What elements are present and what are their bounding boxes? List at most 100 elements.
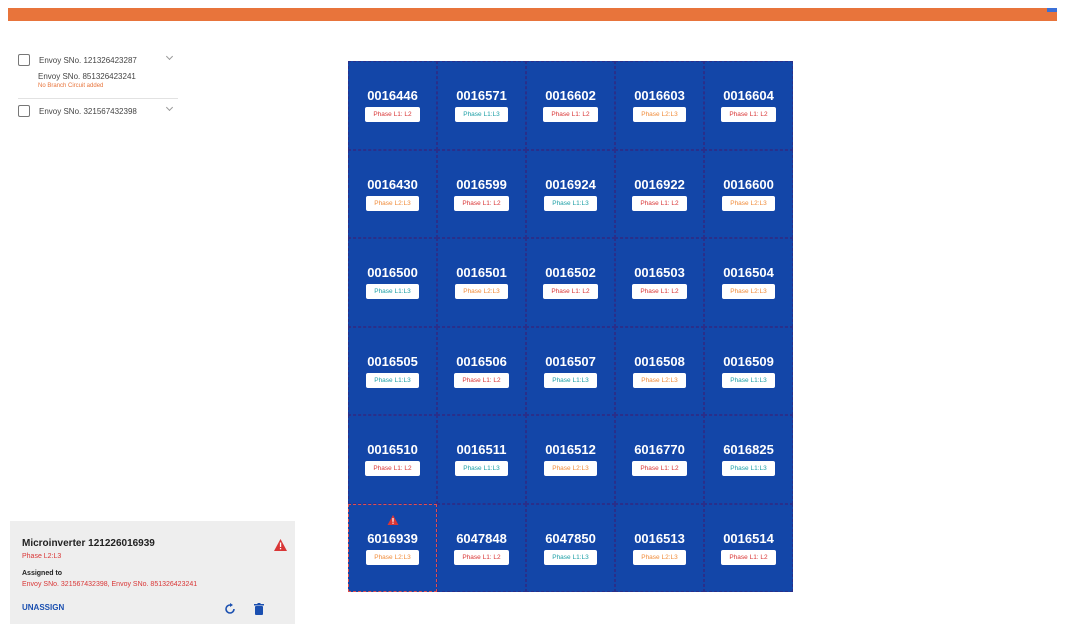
refresh-icon[interactable] xyxy=(224,602,236,620)
phase-badge: Phase L1: L2 xyxy=(721,107,776,123)
grid-cell-0016600[interactable]: 0016600 Phase L2:L3 xyxy=(704,149,793,238)
phase-badge: Phase L1: L2 xyxy=(454,549,509,565)
grid-cell-0016509[interactable]: 0016509 Phase L1:L3 xyxy=(704,326,793,415)
grid-cell-0016500[interactable]: 0016500 Phase L1:L3 xyxy=(348,238,437,327)
microinverter-id: 0016430 xyxy=(367,176,418,192)
grid-cell-0016505[interactable]: 0016505 Phase L1:L3 xyxy=(348,326,437,415)
microinverter-id: 0016503 xyxy=(634,265,685,281)
alert-triangle-icon xyxy=(274,538,287,556)
detail-title: Microinverter 121226016939 xyxy=(22,538,155,549)
top-bar-tab xyxy=(1047,8,1057,12)
grid-cell-0016504[interactable]: 0016504 Phase L2:L3 xyxy=(704,238,793,327)
microinverter-id: 0016602 xyxy=(545,88,596,104)
phase-badge: Phase L1:L3 xyxy=(455,461,508,477)
phase-badge: Phase L1:L3 xyxy=(544,372,597,388)
phase-badge: Phase L1: L2 xyxy=(365,107,420,123)
chevron-down-icon[interactable] xyxy=(165,52,174,61)
grid-cell-0016922[interactable]: 0016922 Phase L1: L2 xyxy=(615,149,704,238)
phase-badge: Phase L2:L3 xyxy=(633,107,686,123)
phase-badge: Phase L1:L3 xyxy=(544,195,597,211)
grid-cell-0016924[interactable]: 0016924 Phase L1:L3 xyxy=(526,149,615,238)
phase-badge: Phase L2:L3 xyxy=(544,461,597,477)
phase-badge: Phase L2:L3 xyxy=(722,195,775,211)
envoy-item-3[interactable]: Envoy SNo. 321567432398 xyxy=(18,101,178,121)
phase-badge: Phase L2:L3 xyxy=(633,549,686,565)
phase-badge: Phase L1:L3 xyxy=(455,107,508,123)
grid-cell-0016602[interactable]: 0016602 Phase L1: L2 xyxy=(526,61,615,150)
phase-badge: Phase L1: L2 xyxy=(365,461,420,477)
grid-cell-0016514[interactable]: 0016514 Phase L1: L2 xyxy=(704,503,793,592)
phase-badge: Phase L1: L2 xyxy=(632,461,687,477)
envoy-3-checkbox[interactable] xyxy=(18,105,30,117)
envoy-3-label: Envoy SNo. 321567432398 xyxy=(39,106,137,116)
microinverter-id: 6016939 xyxy=(367,530,418,546)
phase-badge: Phase L1: L2 xyxy=(454,195,509,211)
microinverter-id: 0016501 xyxy=(456,265,507,281)
microinverter-id: 6047848 xyxy=(456,530,507,546)
grid-cell-6047848[interactable]: 6047848 Phase L1: L2 xyxy=(437,503,526,592)
grid-cell-0016503[interactable]: 0016503 Phase L1: L2 xyxy=(615,238,704,327)
grid-cell-0016506[interactable]: 0016506 Phase L1: L2 xyxy=(437,326,526,415)
microinverter-id: 0016504 xyxy=(723,265,774,281)
phase-badge: Phase L1:L3 xyxy=(366,284,419,300)
grid-cell-0016430[interactable]: 0016430 Phase L2:L3 xyxy=(348,149,437,238)
microinverter-id: 0016512 xyxy=(545,442,596,458)
microinverter-id: 0016924 xyxy=(545,176,596,192)
microinverter-id: 0016603 xyxy=(634,88,685,104)
detail-phase: Phase L2:L3 xyxy=(22,553,62,560)
grid-cell-6016939[interactable]: 6016939 Phase L2:L3 xyxy=(348,503,437,592)
grid-cell-0016603[interactable]: 0016603 Phase L2:L3 xyxy=(615,61,704,150)
phase-badge: Phase L2:L3 xyxy=(455,284,508,300)
envoy-1-label: Envoy SNo. 121326423287 xyxy=(39,55,137,65)
assigned-to-value: Envoy SNo. 321567432398, Envoy SNo. 8513… xyxy=(22,581,198,588)
grid-cell-0016599[interactable]: 0016599 Phase L1: L2 xyxy=(437,149,526,238)
grid-cell-0016513[interactable]: 0016513 Phase L2:L3 xyxy=(615,503,704,592)
microinverter-id: 0016506 xyxy=(456,353,507,369)
microinverter-id: 0016599 xyxy=(456,176,507,192)
assigned-to-label: Assigned to xyxy=(22,570,63,577)
grid-cell-0016501[interactable]: 0016501 Phase L2:L3 xyxy=(437,238,526,327)
trash-icon[interactable] xyxy=(254,602,264,620)
envoy-2-label: Envoy SNo. 851326423241 xyxy=(38,72,136,81)
microinverter-id: 0016510 xyxy=(367,442,418,458)
phase-badge: Phase L1:L3 xyxy=(722,461,775,477)
microinverter-id: 0016446 xyxy=(367,88,418,104)
envoy-1-checkbox[interactable] xyxy=(18,54,30,66)
grid-cell-0016571[interactable]: 0016571 Phase L1:L3 xyxy=(437,61,526,150)
alert-triangle-icon xyxy=(387,512,398,530)
microinverter-id: 0016500 xyxy=(367,265,418,281)
microinverter-id: 6016770 xyxy=(634,442,685,458)
grid-cell-6016770[interactable]: 6016770 Phase L1: L2 xyxy=(615,415,704,504)
grid-cell-0016446[interactable]: 0016446 Phase L1: L2 xyxy=(348,61,437,150)
envoy-item-1[interactable]: Envoy SNo. 121326423287 xyxy=(18,50,178,70)
microinverter-id: 0016511 xyxy=(456,442,507,458)
microinverter-id: 0016502 xyxy=(545,265,596,281)
envoy-2-note: No Branch Circuit added xyxy=(38,83,104,89)
phase-badge: Phase L1: L2 xyxy=(543,107,598,123)
envoy-list: Envoy SNo. 121326423287 Envoy SNo. 85132… xyxy=(18,50,178,121)
grid-cell-0016510[interactable]: 0016510 Phase L1: L2 xyxy=(348,415,437,504)
phase-badge: Phase L1:L3 xyxy=(722,372,775,388)
microinverter-id: 6016825 xyxy=(723,442,774,458)
grid-cell-6016825[interactable]: 6016825 Phase L1:L3 xyxy=(704,415,793,504)
microinverter-id: 0016505 xyxy=(367,353,418,369)
envoy-item-2[interactable]: Envoy SNo. 851326423241 No Branch Circui… xyxy=(18,70,178,99)
grid-cell-6047850[interactable]: 6047850 Phase L1:L3 xyxy=(526,503,615,592)
phase-badge: Phase L1: L2 xyxy=(632,284,687,300)
phase-badge: Phase L1: L2 xyxy=(721,549,776,565)
phase-badge: Phase L1:L3 xyxy=(544,549,597,565)
grid-cell-0016502[interactable]: 0016502 Phase L1: L2 xyxy=(526,238,615,327)
microinverter-detail-card: Microinverter 121226016939 Phase L2:L3 A… xyxy=(10,521,295,624)
grid-cell-0016507[interactable]: 0016507 Phase L1:L3 xyxy=(526,326,615,415)
chevron-down-icon[interactable] xyxy=(165,103,174,112)
microinverter-id: 0016600 xyxy=(723,176,774,192)
unassign-button[interactable]: UNASSIGN xyxy=(22,603,64,612)
phase-badge: Phase L1: L2 xyxy=(632,195,687,211)
microinverter-id: 0016508 xyxy=(634,353,685,369)
grid-cell-0016511[interactable]: 0016511 Phase L1:L3 xyxy=(437,415,526,504)
microinverter-id: 0016507 xyxy=(545,353,596,369)
phase-badge: Phase L2:L3 xyxy=(722,284,775,300)
grid-cell-0016508[interactable]: 0016508 Phase L2:L3 xyxy=(615,326,704,415)
grid-cell-0016604[interactable]: 0016604 Phase L1: L2 xyxy=(704,61,793,150)
grid-cell-0016512[interactable]: 0016512 Phase L2:L3 xyxy=(526,415,615,504)
